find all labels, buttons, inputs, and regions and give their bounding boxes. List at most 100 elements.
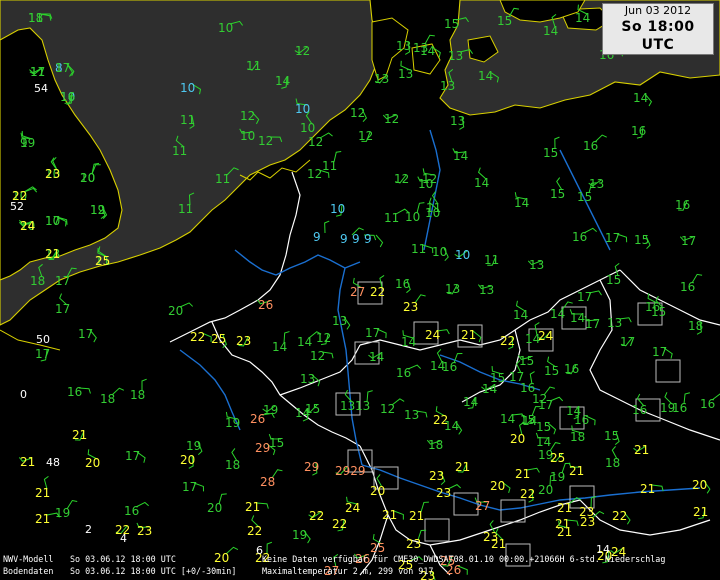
station-temperature: 17 bbox=[577, 290, 592, 304]
station: 14 bbox=[566, 404, 581, 420]
station-temperature: 16 bbox=[675, 198, 690, 212]
station-temperature: 13 bbox=[529, 258, 544, 272]
stamp-time: So 18:00 UTC bbox=[621, 19, 695, 53]
station-temperature: 20 bbox=[370, 484, 385, 498]
station-temperature: 19 bbox=[292, 528, 307, 542]
station: 21 bbox=[633, 443, 649, 457]
station-temperature: 14 bbox=[463, 395, 478, 409]
station-temperature: 10 bbox=[180, 81, 195, 95]
station-temperature: 17 bbox=[182, 480, 197, 494]
station-temperature: 12 bbox=[358, 129, 373, 143]
station-temperature: 11 bbox=[180, 113, 195, 127]
station: 11 bbox=[484, 253, 499, 267]
station: 12 bbox=[382, 112, 399, 126]
station-temperature: 24 bbox=[425, 328, 440, 342]
station: 22 bbox=[332, 517, 347, 532]
station: 13 bbox=[396, 39, 411, 55]
station-temperature: 24 bbox=[538, 329, 553, 343]
station-temperature: 2929 bbox=[335, 464, 366, 478]
station: 21 bbox=[455, 460, 470, 474]
station: 13 bbox=[445, 282, 460, 296]
station-temperature: 23 bbox=[137, 524, 152, 538]
station-temperature: 15 bbox=[536, 420, 551, 434]
station-temperature: 10 bbox=[455, 248, 470, 262]
grid-label: 4 bbox=[120, 532, 127, 545]
station-temperature: 12 bbox=[394, 172, 409, 186]
station-temperature: 23 bbox=[45, 167, 60, 181]
station-temperature: 21 bbox=[382, 508, 397, 522]
station-temperature: 26 bbox=[258, 298, 273, 312]
station-temperature: 15 bbox=[577, 190, 592, 204]
station-temperature: 16 bbox=[395, 277, 410, 291]
footer-model-time: So 03.06.12 18:00 UTC bbox=[70, 554, 176, 564]
station-temperature: 22 bbox=[520, 487, 535, 501]
station-temperature: 10 bbox=[218, 21, 233, 35]
station-temperature: 29 bbox=[255, 441, 270, 455]
station-temperature: 14 bbox=[500, 412, 515, 426]
station-temperature: 11 bbox=[215, 172, 230, 186]
valid-time-stamp: Jun 03 2012 So 18:00 UTC bbox=[602, 3, 714, 55]
station-temperature: 9 bbox=[340, 232, 348, 246]
station-temperature: 21 bbox=[35, 512, 50, 526]
station: 14 bbox=[452, 148, 468, 163]
station-temperature: 23 bbox=[429, 469, 444, 483]
station-temperature: 22 bbox=[370, 285, 385, 299]
station-temperature: 27 bbox=[350, 285, 365, 299]
station-temperature: 14 bbox=[575, 11, 590, 25]
station-temperature: 10 bbox=[240, 129, 255, 143]
station-temperature: 13 bbox=[396, 39, 411, 53]
station-temperature: 17 bbox=[620, 335, 635, 349]
caption-footer: NWV-Modell So 03.06.12 18:00 UTC Keine D… bbox=[0, 552, 720, 580]
station-temperature: 21 bbox=[640, 482, 655, 496]
station: 15 bbox=[268, 433, 284, 450]
station: 23 bbox=[236, 334, 251, 348]
station-temperature: 25 bbox=[211, 332, 226, 346]
station-temperature: 16 bbox=[680, 280, 695, 294]
station-temperature: 12 bbox=[240, 109, 255, 123]
station-temperature: 12 bbox=[316, 331, 331, 345]
station-temperature: 15 bbox=[305, 402, 320, 416]
station: 27 bbox=[474, 497, 490, 513]
station-temperature: 15 bbox=[550, 187, 565, 201]
station-temperature: 11 bbox=[172, 144, 187, 158]
station: 17 bbox=[584, 315, 600, 331]
station-temperature: 19 bbox=[550, 470, 565, 484]
station-temperature: 17 bbox=[55, 302, 70, 316]
station-temperature: 21 bbox=[515, 467, 530, 481]
station-temperature: 15 bbox=[544, 364, 559, 378]
station-temperature: 16 bbox=[396, 366, 411, 380]
station-temperature: 17 bbox=[605, 231, 620, 245]
station-temperature: 11 bbox=[384, 211, 399, 225]
station-temperature: 21 bbox=[693, 505, 708, 519]
station-temperature: 20 bbox=[538, 483, 553, 497]
grid-label: 54 bbox=[34, 82, 48, 95]
station: 14 bbox=[275, 74, 290, 89]
station-temperature: 23 bbox=[436, 486, 451, 500]
station-temperature: 21 bbox=[245, 500, 260, 514]
station: 14 bbox=[444, 419, 463, 435]
station-temperature: 15 bbox=[606, 273, 621, 287]
station-temperature: 17 bbox=[30, 65, 45, 79]
station: 11 bbox=[180, 113, 195, 129]
station-temperature: 22 bbox=[332, 517, 347, 531]
station-temperature: 29 bbox=[304, 460, 319, 474]
station-temperature: 17 bbox=[55, 61, 70, 75]
station: 20 bbox=[692, 478, 711, 494]
station-temperature: 17 bbox=[78, 327, 93, 341]
station-temperature: 14 bbox=[543, 24, 558, 38]
station-temperature: 24 bbox=[20, 219, 35, 233]
station-temperature: 13 bbox=[450, 114, 465, 128]
station-temperature: 18 bbox=[605, 456, 620, 470]
station-temperature: 18 bbox=[100, 392, 115, 406]
station-temperature: 14 bbox=[513, 308, 528, 322]
station: 16 bbox=[631, 124, 646, 139]
footer-model: NWV-Modell bbox=[3, 554, 54, 564]
station-temperature: 12 bbox=[295, 44, 310, 58]
station-temperature: 23 bbox=[236, 334, 251, 348]
station-temperature: 14 bbox=[525, 332, 540, 346]
station-temperature: 16 bbox=[700, 397, 715, 411]
station-temperature: 15 bbox=[269, 436, 284, 450]
station-temperature: 11 bbox=[411, 242, 426, 256]
footer-ground-time: So 03.06.12 18:00 UTC [+0/-30min] bbox=[70, 566, 237, 576]
station-temperature: 14 bbox=[550, 307, 565, 321]
